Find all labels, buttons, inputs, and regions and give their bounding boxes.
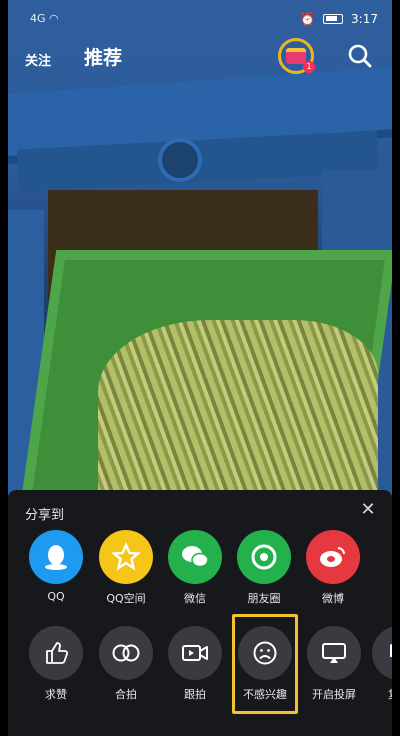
video-frame-part [98, 320, 378, 500]
thumbs-up-icon [29, 626, 83, 680]
top-nav: 关注 推荐 1 [8, 38, 392, 78]
action-duet-label: 合拍 [115, 688, 137, 701]
action-copy-label: 复制 [364, 686, 392, 702]
app-screen: 4G ◠ ⏰ 3:17 关注 推荐 1 分享到 ✕ QQ QQ空间 微信 朋友圈… [8, 0, 392, 736]
signal-icon: 4G ◠ [30, 12, 59, 25]
signal-text: 4G [30, 12, 46, 25]
close-icon: ✕ [360, 499, 376, 520]
share-targets-row: QQ QQ空间 微信 朋友圈 微博 [8, 530, 392, 610]
share-moments[interactable]: 朋友圈 [229, 530, 299, 606]
status-bar: 4G ◠ ⏰ 3:17 [8, 0, 392, 40]
video-camera-icon [168, 626, 222, 680]
tab-recommend[interactable]: 推荐 [84, 43, 122, 70]
share-qzone-label: QQ空间 [106, 592, 146, 605]
action-cast-screen-label: 开启投屏 [312, 688, 356, 701]
search-button[interactable] [346, 42, 374, 70]
video-frame-part [158, 138, 202, 182]
actions-row: 求赞 合拍 跟拍 不感兴趣 开启投屏 [8, 626, 392, 706]
gift-button[interactable]: 1 [278, 38, 315, 74]
weibo-icon [306, 530, 360, 584]
share-weibo[interactable]: 微博 [298, 530, 368, 606]
highlight-box [232, 614, 298, 714]
share-qq[interactable]: QQ [21, 530, 91, 603]
cast-screen-icon [307, 626, 361, 680]
action-cast-screen[interactable]: 开启投屏 [299, 626, 369, 702]
share-moments-label: 朋友圈 [247, 592, 281, 605]
qzone-icon [99, 530, 153, 584]
gift-icon [286, 48, 306, 64]
wechat-icon [168, 530, 222, 584]
copy-icon [372, 626, 392, 680]
qq-icon [29, 530, 83, 584]
action-request-like-label: 求赞 [45, 688, 67, 701]
close-button[interactable]: ✕ [358, 500, 378, 520]
share-wechat-label: 微信 [184, 592, 206, 605]
share-weibo-label: 微博 [322, 592, 344, 605]
moments-icon [237, 530, 291, 584]
action-copy[interactable]: 复制 [364, 626, 392, 702]
clock: 3:17 [351, 12, 378, 26]
share-qq-label: QQ [47, 590, 65, 603]
status-right: ⏰ 3:17 [300, 12, 378, 26]
action-request-like[interactable]: 求赞 [21, 626, 91, 702]
battery-icon [323, 14, 344, 24]
duet-icon [99, 626, 153, 680]
gift-badge: 1 [303, 61, 315, 73]
action-follow-shoot[interactable]: 跟拍 [160, 626, 230, 702]
tab-follow[interactable]: 关注 [25, 50, 51, 69]
action-follow-shoot-label: 跟拍 [184, 688, 206, 701]
action-duet[interactable]: 合拍 [91, 626, 161, 702]
share-sheet-title: 分享到 [25, 508, 65, 523]
share-sheet: 分享到 ✕ QQ QQ空间 微信 朋友圈 微博 求赞 合拍 跟拍 不感兴趣 开启… [8, 490, 392, 736]
search-icon [348, 44, 372, 68]
share-qzone[interactable]: QQ空间 [91, 530, 161, 606]
wifi-icon: ◠ [49, 12, 59, 25]
share-wechat[interactable]: 微信 [160, 530, 230, 606]
alarm-icon: ⏰ [300, 12, 316, 26]
